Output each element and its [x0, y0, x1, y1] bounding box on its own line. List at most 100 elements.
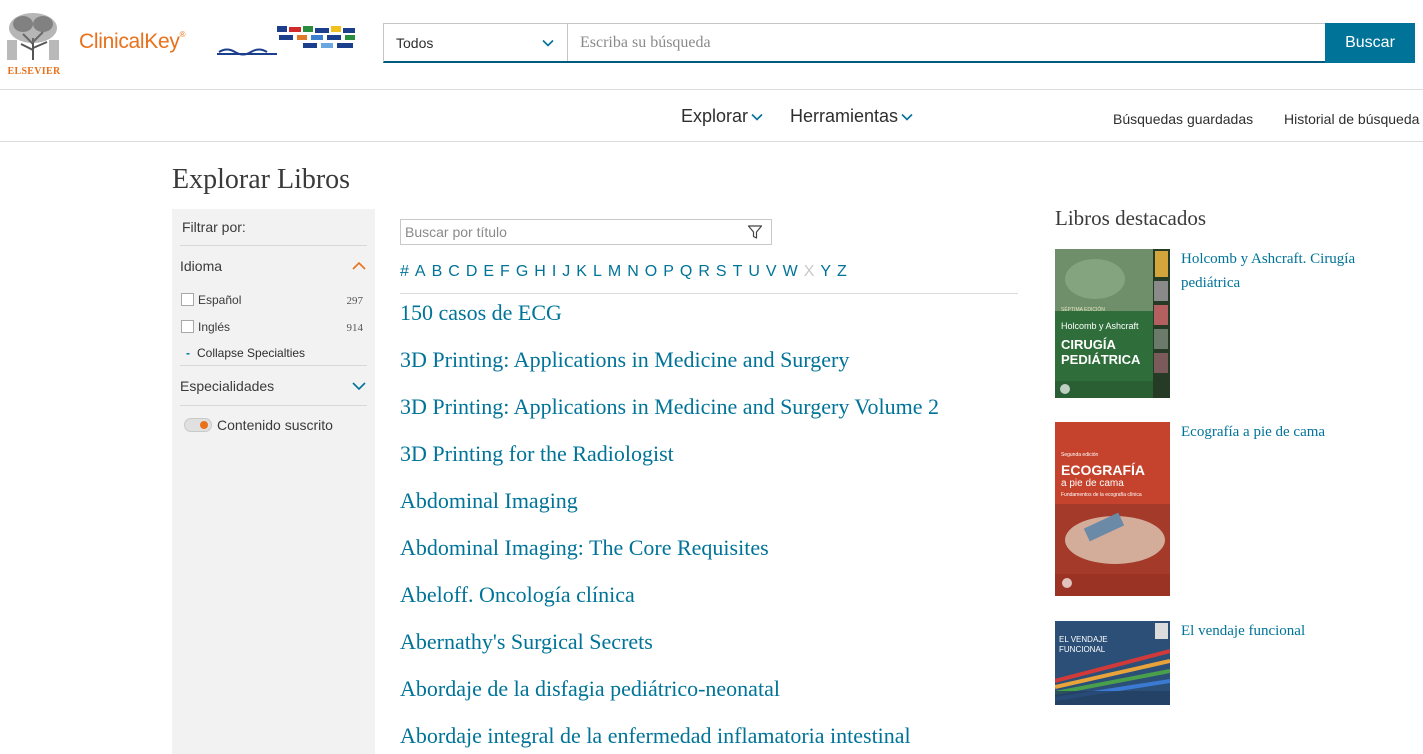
featured-books-title: Libros destacados — [1055, 206, 1207, 230]
nav-explore[interactable]: Explorar — [681, 106, 764, 127]
alphabet-letter[interactable]: B — [432, 263, 443, 293]
book-cover-image — [1055, 422, 1170, 596]
page-title: Explorar Libros — [172, 164, 351, 195]
facet-language-toggle[interactable]: Idioma — [180, 246, 367, 286]
search-bar: Todos Buscar — [383, 23, 1415, 63]
alphabet-letter[interactable]: C — [448, 263, 460, 293]
alphabet-letter[interactable]: P — [663, 263, 674, 293]
featured-book: EL VENDAJE FUNCIONAL El vendaje funciona… — [1055, 621, 1401, 705]
elsevier-logo[interactable]: ELSEVIER — [3, 10, 65, 77]
subscribed-content-row: Contenido suscrito — [180, 406, 367, 444]
cover-title: EL VENDAJE FUNCIONAL — [1059, 635, 1108, 654]
cover-authors: Holcomb y Ashcraft — [1061, 321, 1139, 331]
alphabet-letter[interactable]: E — [483, 263, 494, 293]
english-checkbox[interactable] — [181, 320, 194, 333]
alphabet-letter[interactable]: J — [562, 263, 570, 293]
alphabet-letter[interactable]: H — [534, 263, 546, 293]
nav-tools-label: Herramientas — [790, 106, 899, 126]
search-button[interactable]: Buscar — [1325, 23, 1415, 63]
book-title-link[interactable]: Abordaje de la disfagia pediátrico-neona… — [400, 676, 1040, 723]
search-input[interactable] — [568, 24, 1325, 61]
cover-edition: Segunda edición — [1061, 452, 1099, 458]
alphabet-letter: X — [803, 263, 815, 280]
featured-book: Segunda edición ECOGRAFÍA a pie de cama … — [1055, 422, 1401, 596]
alphabet-letter[interactable]: R — [698, 263, 710, 293]
search-history-link[interactable]: Historial de búsqueda — [1284, 111, 1419, 127]
site-header: ELSEVIER ClinicalKey® Todos Buscar — [0, 0, 1423, 90]
featured-book: SÉPTIMA EDICIÓN Holcomb y Ashcraft CIRUG… — [1055, 249, 1401, 398]
alphabet-letter[interactable]: W — [783, 263, 798, 293]
alphabet-letter[interactable]: Y — [820, 263, 831, 293]
search-scope-select[interactable]: Todos — [384, 24, 568, 61]
filter-sidebar: Filtrar por: Idioma Español 297 Inglés 9… — [172, 209, 375, 754]
minus-icon: - — [186, 345, 190, 360]
alphabet-letter[interactable]: Z — [837, 263, 847, 293]
alphabet-letter[interactable]: F — [500, 263, 510, 293]
nav-explore-label: Explorar — [681, 106, 749, 126]
featured-book-link[interactable]: Ecografía a pie de cama — [1181, 420, 1401, 596]
chevron-down-icon — [751, 113, 763, 121]
elsevier-wordmark: ELSEVIER — [7, 66, 61, 77]
facet-option-label: Inglés — [198, 319, 231, 334]
facet-language-label: Idioma — [180, 258, 223, 274]
filter-by-label: Filtrar por: — [180, 209, 367, 246]
alphabet-letter[interactable]: N — [627, 263, 639, 293]
partner-library-logo[interactable] — [217, 26, 365, 56]
book-title-link[interactable]: 150 casos de ECG — [400, 300, 1040, 347]
subscribed-content-toggle[interactable] — [184, 418, 212, 432]
facet-option-english[interactable]: Inglés 914 — [180, 313, 367, 340]
registered-mark: ® — [179, 30, 186, 39]
book-cover[interactable]: EL VENDAJE FUNCIONAL — [1055, 621, 1170, 705]
cover-title: ECOGRAFÍA — [1061, 462, 1145, 478]
filter-icon[interactable] — [747, 224, 763, 240]
chevron-down-icon — [901, 113, 913, 121]
subscribed-content-label: Contenido suscrito — [217, 417, 333, 433]
alphabet-letter[interactable]: Q — [680, 263, 692, 293]
alphabet-letter[interactable]: A — [415, 263, 426, 293]
book-title-link[interactable]: 3D Printing: Applications in Medicine an… — [400, 347, 1040, 394]
alphabet-letter[interactable]: M — [608, 263, 621, 293]
book-title-link[interactable]: 3D Printing: Applications in Medicine an… — [400, 394, 1040, 441]
book-title-link[interactable]: Abdominal Imaging: The Core Requisites — [400, 535, 1040, 582]
alphabet-letter[interactable]: D — [466, 263, 478, 293]
cover-tagline: Fundamentos de la ecografía clínica — [1061, 492, 1142, 498]
book-title-link[interactable]: 3D Printing for the Radiologist — [400, 441, 1040, 488]
collapse-specialties-link[interactable]: - Collapse Specialties — [180, 340, 367, 366]
alphabet-letter[interactable]: T — [733, 263, 743, 293]
featured-book-link[interactable]: Holcomb y Ashcraft. Cirugía pediátrica — [1181, 247, 1401, 398]
spanish-checkbox[interactable] — [181, 293, 194, 306]
alphabet-letter[interactable]: K — [576, 263, 587, 293]
search-scope-value: Todos — [396, 34, 434, 51]
featured-book-link[interactable]: El vendaje funcional — [1181, 619, 1401, 705]
facet-specialties-toggle[interactable]: Especialidades — [180, 366, 367, 406]
saved-searches-link[interactable]: Búsquedas guardadas — [1113, 111, 1253, 127]
elsevier-tree-icon — [3, 10, 63, 62]
alphabet-letter[interactable]: S — [716, 263, 727, 293]
book-cover-image — [1055, 621, 1170, 705]
nav-tools[interactable]: Herramientas — [790, 106, 914, 127]
book-title-link[interactable]: Abernathy's Surgical Secrets — [400, 629, 1040, 676]
cover-subtitle: a pie de cama — [1061, 478, 1124, 489]
book-title-link[interactable]: Abeloff. Oncología clínica — [400, 582, 1040, 629]
facet-option-count: 914 — [346, 322, 364, 334]
clinicalkey-logo[interactable]: ClinicalKey® — [79, 30, 185, 54]
alphabet-letter[interactable]: L — [593, 263, 602, 293]
facet-option-spanish[interactable]: Español 297 — [180, 286, 367, 313]
alphabet-letter[interactable]: I — [552, 263, 556, 293]
alphabet-letter[interactable]: # — [400, 263, 409, 293]
toggle-knob — [200, 421, 208, 429]
alphabet-letter[interactable]: G — [516, 263, 528, 293]
book-cover[interactable]: Segunda edición ECOGRAFÍA a pie de cama … — [1055, 422, 1170, 596]
book-title-link[interactable]: Abdominal Imaging — [400, 488, 1040, 535]
cover-title: CIRUGÍA PEDIÁTRICA — [1061, 337, 1141, 367]
collapse-specialties-label: Collapse Specialties — [197, 345, 306, 360]
alphabet-letter[interactable]: O — [645, 263, 657, 293]
chevron-down-icon — [352, 381, 366, 390]
alphabet-letter[interactable]: U — [748, 263, 760, 293]
chevron-up-icon — [352, 261, 366, 270]
alphabet-letter[interactable]: V — [766, 263, 777, 293]
book-cover[interactable]: SÉPTIMA EDICIÓN Holcomb y Ashcraft CIRUG… — [1055, 249, 1170, 398]
book-title-link[interactable]: Abordaje integral de la enfermedad infla… — [400, 723, 1040, 754]
title-search-input[interactable] — [401, 224, 747, 240]
facet-specialties-label: Especialidades — [180, 377, 275, 394]
